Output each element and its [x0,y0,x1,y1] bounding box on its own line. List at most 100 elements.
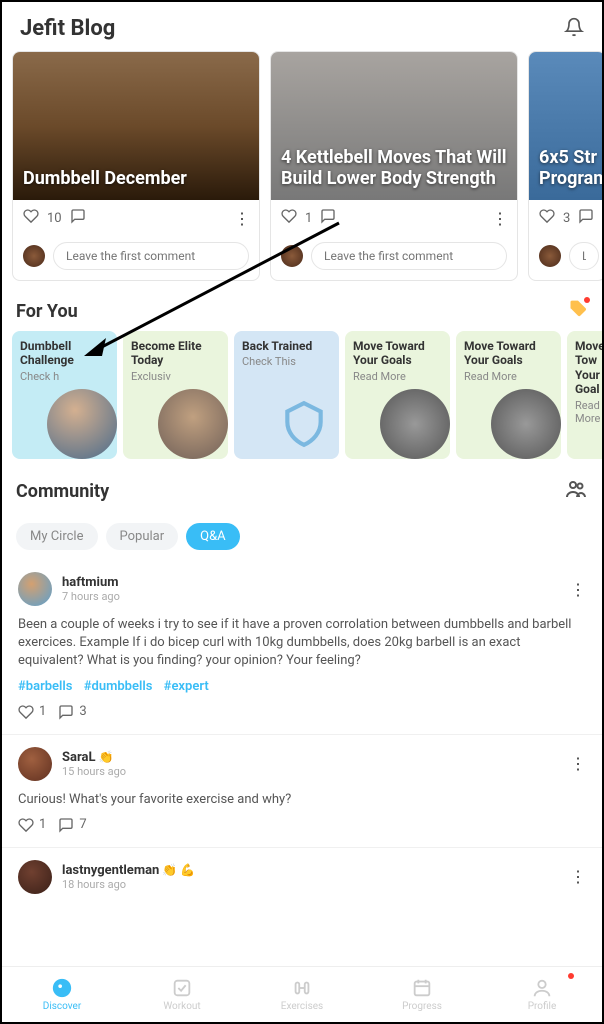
foryou-sub: Read More [464,370,553,383]
nav-label: Progress [402,1001,442,1012]
avatar[interactable] [18,572,52,606]
hashtag[interactable]: #barbells [18,679,73,694]
comment-count: 7 [79,817,86,832]
nav-workout[interactable]: Workout [122,967,242,1022]
post-time: 18 hours ago [62,878,195,891]
notification-dot [584,297,590,303]
comment-button[interactable]: 7 [58,817,86,833]
post-username: haftmium [62,575,120,590]
foryou-sub: Check This [242,355,331,368]
nav-progress[interactable]: Progress [362,967,482,1022]
nav-label: Exercises [281,1001,323,1012]
tab-popular[interactable]: Popular [106,523,179,550]
section-title-foryou: For You [16,301,78,322]
avatar[interactable] [18,747,52,781]
hashtag[interactable]: #dumbbells [84,679,153,694]
tab-qa[interactable]: Q&A [186,523,240,550]
foryou-sub: Read More [353,370,442,383]
blog-image: Dumbbell December [13,52,259,200]
comment-button[interactable] [320,208,336,228]
post-time: 15 hours ago [62,765,126,778]
like-count: 3 [563,211,570,226]
blog-image: 4 Kettlebell Moves That Will Build Lower… [271,52,517,200]
badge-icon: 👏 💪 [162,863,195,877]
foryou-title: Back Trained [242,339,331,353]
bottom-nav: Discover Workout Exercises Progress Prof… [2,966,602,1022]
blog-card[interactable]: Dumbbell December 10 ⋮ [12,51,260,281]
like-button[interactable]: 1 [18,817,46,833]
notification-dot [568,973,574,979]
more-menu-icon[interactable]: ⋮ [570,580,586,599]
post-time: 7 hours ago [62,590,120,603]
comment-button[interactable]: 3 [58,704,86,720]
avatar[interactable] [18,860,52,894]
like-count: 1 [39,704,46,719]
blog-card[interactable]: 4 Kettlebell Moves That Will Build Lower… [270,51,518,281]
page-title: Jefit Blog [20,16,115,41]
foryou-card-goals[interactable]: Move Tow Your Goal Read More [567,331,602,459]
blog-carousel[interactable]: Dumbbell December 10 ⋮ 4 Kettlebell Move… [2,51,602,281]
more-menu-icon[interactable]: ⋮ [492,209,507,228]
people-icon[interactable] [564,477,588,505]
foryou-title: Move Toward Your Goals [464,339,553,368]
foryou-image [47,389,117,459]
post-tags[interactable]: #barbells #dumbbells #expert [18,679,586,694]
dumbbell-icon [380,389,450,459]
avatar [281,245,303,267]
foryou-sub: Exclusiv [131,370,220,383]
like-button[interactable]: 1 [18,704,46,720]
community-tabs: My Circle Popular Q&A [2,513,602,560]
foryou-title: Move Tow Your Goal [575,339,602,397]
comment-input[interactable] [53,242,249,270]
comment-input[interactable] [311,242,507,270]
more-menu-icon[interactable]: ⋮ [234,209,249,228]
foryou-sub: Check h [20,370,109,383]
like-button[interactable] [23,208,39,228]
blog-card[interactable]: 6x5 Str Progran 3 [528,51,602,281]
community-post[interactable]: SaraL👏 15 hours ago ⋮ Curious! What's yo… [2,735,602,848]
tag-icon[interactable] [568,299,588,323]
foryou-title: Move Toward Your Goals [353,339,442,368]
foryou-card-goals[interactable]: Move Toward Your Goals Read More [456,331,561,459]
nav-label: Workout [163,1001,200,1012]
badge-icon: 👏 [99,750,114,764]
community-post[interactable]: haftmium 7 hours ago ⋮ Been a couple of … [2,560,602,735]
foryou-title: Become Elite Today [131,339,220,368]
foryou-card-elite[interactable]: Become Elite Today Exclusiv [123,331,228,459]
post-body: Been a couple of weeks i try to see if i… [18,616,586,671]
blog-image: 6x5 Str Progran [529,52,602,200]
tab-mycircle[interactable]: My Circle [16,523,98,550]
more-menu-icon[interactable]: ⋮ [570,754,586,773]
like-count: 1 [39,817,46,832]
like-button[interactable] [539,208,555,228]
notification-bell-icon[interactable] [564,17,584,41]
foryou-card-back[interactable]: Back Trained Check This [234,331,339,459]
blog-title: 4 Kettlebell Moves That Will Build Lower… [281,147,507,190]
foryou-card-goals[interactable]: Move Toward Your Goals Read More [345,331,450,459]
blog-title: 6x5 Str Progran [539,147,602,190]
nav-label: Discover [43,1001,82,1012]
post-body: Curious! What's your favorite exercise a… [18,791,586,809]
nav-discover[interactable]: Discover [2,967,122,1022]
comment-count: 3 [79,704,86,719]
nav-label: Profile [528,1001,557,1012]
post-username: SaraL👏 [62,750,126,765]
like-button[interactable] [281,208,297,228]
foryou-image [158,389,228,459]
shield-icon [269,389,339,459]
community-post[interactable]: lastnygentleman👏 💪 18 hours ago ⋮ [2,848,602,908]
comment-button[interactable] [70,208,86,228]
hashtag[interactable]: #expert [164,679,209,694]
section-title-community: Community [16,481,109,502]
like-count: 1 [305,211,312,226]
foryou-title: Dumbbell Challenge [20,339,109,368]
more-menu-icon[interactable]: ⋮ [570,867,586,886]
foryou-carousel[interactable]: Dumbbell Challenge Check h Become Elite … [2,331,602,459]
foryou-card-dumbbell-challenge[interactable]: Dumbbell Challenge Check h [12,331,117,459]
nav-profile[interactable]: Profile [482,967,602,1022]
like-count: 10 [47,211,62,226]
post-username: lastnygentleman👏 💪 [62,863,195,878]
nav-exercises[interactable]: Exercises [242,967,362,1022]
comment-button[interactable] [578,208,594,228]
comment-input[interactable] [569,242,599,270]
